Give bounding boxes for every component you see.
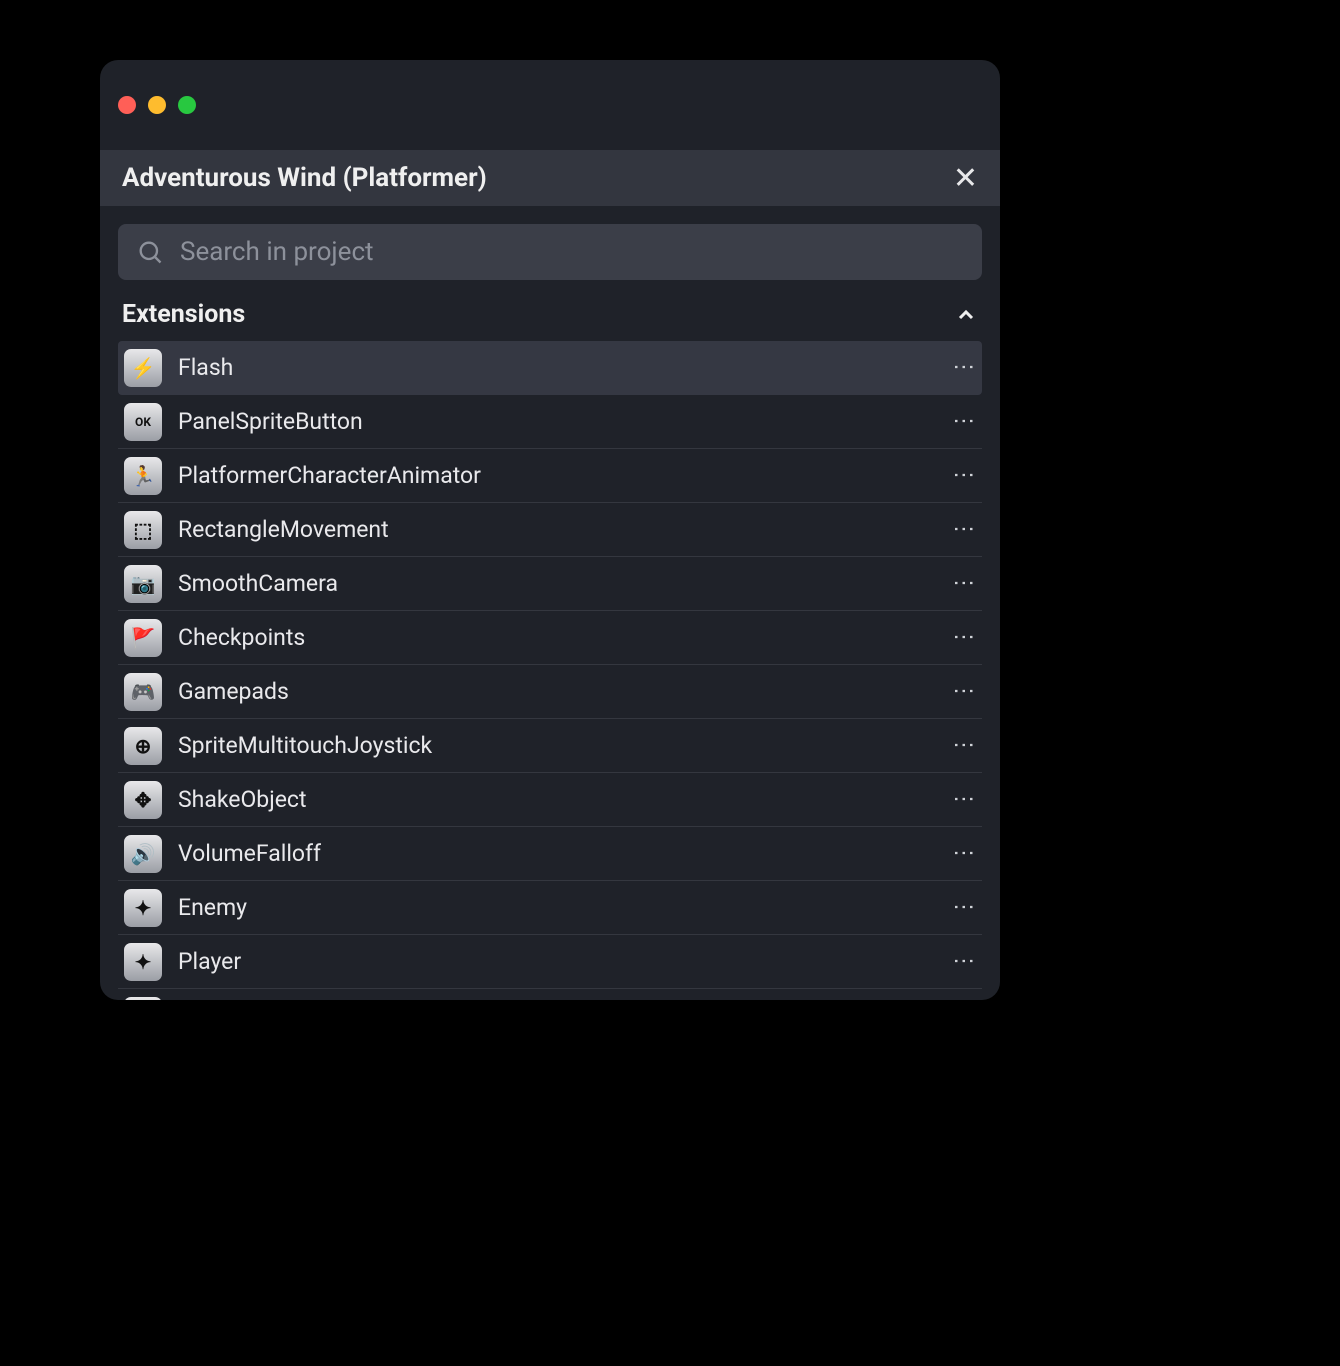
row-menu-icon[interactable]: ⋮ (951, 788, 976, 812)
row-menu-icon[interactable]: ⋮ (951, 680, 976, 704)
row-menu-icon[interactable]: ⋮ (951, 410, 976, 434)
extension-label: PlatformerCharacterAnimator (178, 462, 935, 489)
row-menu-icon[interactable]: ⋮ (951, 626, 976, 650)
extension-row[interactable]: 📷 SmoothCamera ⋮ (118, 557, 982, 611)
row-menu-icon[interactable]: ⋮ (951, 896, 976, 920)
extension-row[interactable]: ✦ Enemy ⋮ (118, 881, 982, 935)
extension-icon: ⚡ (124, 349, 162, 387)
extension-label: ShakeObject (178, 786, 935, 813)
extension-icon: ✦ (124, 943, 162, 981)
row-menu-icon[interactable]: ⋮ (951, 572, 976, 596)
extension-row[interactable]: ⊕ SpriteMultitouchJoystick ⋮ (118, 719, 982, 773)
project-panel-window: Adventurous Wind (Platformer) ✕ Search i… (100, 60, 1000, 1000)
extension-icon: 🏃 (124, 457, 162, 495)
extension-icon: ✦ (124, 889, 162, 927)
window-zoom-dot[interactable] (178, 96, 196, 114)
panel-title-bar: Adventurous Wind (Platformer) ✕ (100, 150, 1000, 206)
extension-icon: 🔊 (124, 835, 162, 873)
row-menu-icon[interactable]: ⋮ (951, 734, 976, 758)
panel-title: Adventurous Wind (Platformer) (122, 163, 487, 193)
window-close-dot[interactable] (118, 96, 136, 114)
extension-row[interactable]: ⬚ RectangleMovement ⋮ (118, 503, 982, 557)
extension-row[interactable]: ⚡ Flash ⋮ (118, 341, 982, 395)
extension-row[interactable]: OK PanelSpriteButton ⋮ (118, 395, 982, 449)
extension-icon: OK (124, 403, 162, 441)
extension-icon: ⊕ (124, 727, 162, 765)
extension-label: RectangleMovement (178, 516, 935, 543)
extension-icon: ✦ (124, 997, 162, 1001)
extension-label: Player (178, 948, 935, 975)
search-input[interactable]: Search in project (118, 224, 982, 280)
extension-icon: 📷 (124, 565, 162, 603)
extension-list: ⚡ Flash ⋮ OK PanelSpriteButton ⋮ 🏃 PlatformerCh… (100, 341, 1000, 1000)
row-menu-icon[interactable]: ⋮ (951, 842, 976, 866)
extension-row[interactable]: ✦ Player ⋮ (118, 935, 982, 989)
extension-row[interactable]: 🎮 Gamepads ⋮ (118, 665, 982, 719)
extension-label: Checkpoints (178, 624, 935, 651)
extension-row[interactable]: ✥ ShakeObject ⋮ (118, 773, 982, 827)
extension-label: VolumeFalloff (178, 840, 935, 867)
extension-icon: 🎮 (124, 673, 162, 711)
extension-label: Enemy (178, 894, 935, 921)
extension-icon: ✥ (124, 781, 162, 819)
row-menu-icon[interactable]: ⋮ (951, 950, 976, 974)
extension-row[interactable]: 🚩 Checkpoints ⋮ (118, 611, 982, 665)
search-placeholder: Search in project (180, 237, 374, 267)
extension-label: SpriteMultitouchJoystick (178, 732, 935, 759)
extension-row[interactable]: 🏃 PlatformerCharacterAnimator ⋮ (118, 449, 982, 503)
chevron-up-icon (954, 303, 978, 327)
window-minimize-dot[interactable] (148, 96, 166, 114)
section-title: Extensions (122, 300, 245, 329)
search-icon (136, 238, 164, 266)
extension-label: Flash (178, 354, 935, 381)
row-menu-icon[interactable]: ⋮ (951, 464, 976, 488)
extension-label: PanelSpriteButton (178, 408, 935, 435)
extension-icon: 🚩 (124, 619, 162, 657)
close-icon[interactable]: ✕ (953, 161, 978, 196)
row-menu-icon[interactable]: ⋮ (951, 356, 976, 380)
extension-row[interactable]: 🔊 VolumeFalloff ⋮ (118, 827, 982, 881)
extension-label: SmoothCamera (178, 570, 935, 597)
window-controls (100, 60, 1000, 150)
extension-icon: ⬚ (124, 511, 162, 549)
section-header-extensions[interactable]: Extensions (100, 290, 1000, 341)
extension-row[interactable]: ✦UserInterface⋮ (118, 989, 982, 1000)
row-menu-icon[interactable]: ⋮ (951, 518, 976, 542)
extension-label: Gamepads (178, 678, 935, 705)
